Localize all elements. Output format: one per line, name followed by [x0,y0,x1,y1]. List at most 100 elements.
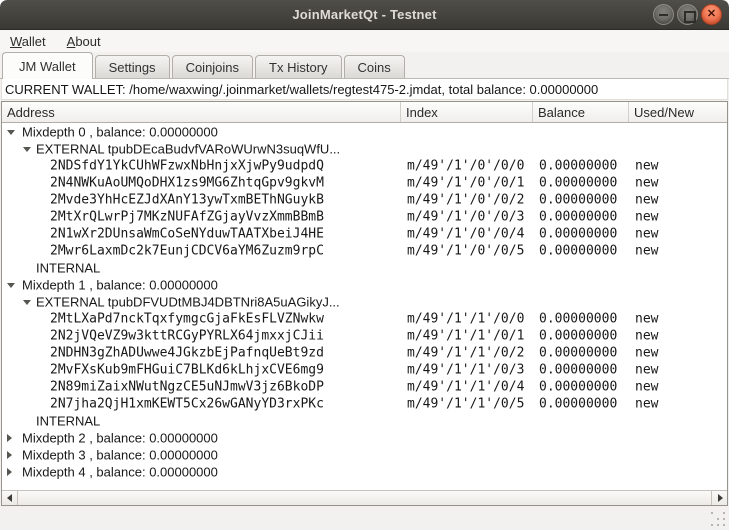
address-row[interactable]: 2MvFXsKub9mFHGuiC7BLKd6kLhjxCVE6mg9 m/49'… [2,361,727,378]
tree-body: Mixdepth 0 , balance: 0.00000000 EXTERNAL… [2,123,727,490]
address-text: 2MvFXsKub9mFHGuiC7BLKd6kLhjxCVE6mg9 [50,363,324,376]
address-balance: 0.00000000 [539,397,617,410]
collapse-arrow-icon[interactable] [23,300,31,305]
address-balance: 0.00000000 [539,210,617,223]
used-new-status: new [635,210,658,223]
mixdepth-row[interactable]: Mixdepth 0 , balance: 0.00000000 [2,123,727,140]
row-label: Mixdepth 4 , balance: 0.00000000 [22,465,218,478]
column-header-balance[interactable]: Balance [533,102,629,122]
current-wallet-banner: CURRENT WALLET: /home/waxwing/.joinmarke… [1,79,728,100]
scrollbar-track[interactable] [18,491,711,505]
address-text: 2N4NWKuAoUMQoDHX1zs9MG6ZhtqGpv9gkvM [50,176,324,189]
tab-jm-wallet[interactable]: JM Wallet [2,52,93,79]
address-row[interactable]: 2NDSfdY1YkCUhWFzwxNbHnjxXjwPy9udpdQm/49'… [2,157,727,174]
address-balance: 0.00000000 [539,176,617,189]
tab-settings[interactable]: Settings [95,55,170,78]
column-header-used-new[interactable]: Used/New [629,102,727,122]
derivation-path: m/49'/1'/1'/0/2 [407,346,524,359]
used-new-status: new [635,329,658,342]
address-balance: 0.00000000 [539,380,617,393]
scroll-right-icon[interactable] [711,491,727,505]
address-text: 2NDSfdY1YkCUhWFzwxNbHnjxXjwPy9udpdQ [50,159,324,172]
tree-header: Address Index Balance Used/New [2,102,727,123]
address-text: 2N7jha2QjH1xmKEWT5Cx26wGANyYD3rxPKc [50,397,324,410]
window-controls: ✕ [653,4,722,25]
collapse-arrow-icon[interactable] [7,130,15,135]
close-icon[interactable]: ✕ [701,4,722,25]
branch-row[interactable]: EXTERNAL tpubDFVUDtMBJ4DBTNri8A5uAGikyJ.… [2,293,727,310]
address-row[interactable]: 2N4NWKuAoUMQoDHX1zs9MG6ZhtqGpv9gkvMm/49'… [2,174,727,191]
scroll-left-icon[interactable] [2,491,18,505]
mixdepth-row[interactable]: Mixdepth 4 , balance: 0.00000000 [2,463,727,480]
derivation-path: m/49'/1'/0'/0/3 [407,210,524,223]
wallet-tree: Address Index Balance Used/New Mixdepth … [1,101,728,506]
address-balance: 0.00000000 [539,227,617,240]
address-row[interactable]: 2Mvde3YhHcEZJdXAnY13ywTxmBEThNGuykBm/49'… [2,191,727,208]
address-balance: 0.00000000 [539,346,617,359]
address-balance: 0.00000000 [539,244,617,257]
expand-arrow-icon[interactable] [7,451,12,459]
derivation-path: m/49'/1'/1'/0/5 [407,397,524,410]
address-row[interactable]: 2MtXrQLwrPj7MKzNUFAfZGjayVvzXmmBBmBm/49'… [2,208,727,225]
menu-about[interactable]: About [65,33,103,50]
row-label: INTERNAL [36,261,100,274]
address-balance: 0.00000000 [539,312,617,325]
tab-coins[interactable]: Coins [344,55,405,78]
expand-arrow-icon[interactable] [7,468,12,476]
status-strip [0,506,729,530]
resize-grip-icon[interactable] [711,512,726,527]
branch-row[interactable]: INTERNAL [2,412,727,429]
used-new-status: new [635,363,658,376]
derivation-path: m/49'/1'/0'/0/5 [407,244,524,257]
used-new-status: new [635,312,658,325]
mixdepth-row[interactable]: Mixdepth 1 , balance: 0.00000000 [2,276,727,293]
address-row[interactable]: 2N89miZaixNWutNgzCE5uNJmwV3jz6BkoDP m/49'… [2,378,727,395]
address-balance: 0.00000000 [539,363,617,376]
address-text: 2Mvde3YhHcEZJdXAnY13ywTxmBEThNGuykB [50,193,324,206]
used-new-status: new [635,380,658,393]
address-row[interactable]: 2Mwr6LaxmDc2k7EunjCDCV6aYM6Zuzm9rpC m/49'… [2,242,727,259]
derivation-path: m/49'/1'/1'/0/0 [407,312,524,325]
branch-row[interactable]: EXTERNAL tpubDEcaBudvfVARoWUrwN3suqWfU..… [2,140,727,157]
row-label: Mixdepth 3 , balance: 0.00000000 [22,448,218,461]
tab-coinjoins[interactable]: Coinjoins [172,55,253,78]
column-header-address[interactable]: Address [2,102,401,122]
horizontal-scrollbar[interactable] [2,490,727,505]
row-label: Mixdepth 1 , balance: 0.00000000 [22,278,218,291]
address-row[interactable]: 2N2jVQeVZ9w3kttRCGyPYRLX64jmxxjCJiim/49'… [2,327,727,344]
used-new-status: new [635,193,658,206]
mixdepth-row[interactable]: Mixdepth 2 , balance: 0.00000000 [2,429,727,446]
row-label: Mixdepth 2 , balance: 0.00000000 [22,431,218,444]
menubar: Wallet About [0,30,729,52]
address-text: 2N1wXr2DUnsaWmCoSeNYduwTAATXbeiJ4HE [50,227,324,240]
used-new-status: new [635,176,658,189]
column-header-index[interactable]: Index [401,102,533,122]
address-row[interactable]: 2NDHN3gZhADUwwe4JGkzbEjPafnqUeBt9zdm/49'… [2,344,727,361]
used-new-status: new [635,159,658,172]
row-label: EXTERNAL tpubDEcaBudvfVARoWUrwN3suqWfU..… [36,142,340,155]
derivation-path: m/49'/1'/1'/0/3 [407,363,524,376]
derivation-path: m/49'/1'/1'/0/4 [407,380,524,393]
collapse-arrow-icon[interactable] [7,283,15,288]
address-balance: 0.00000000 [539,329,617,342]
maximize-icon[interactable] [677,4,698,25]
address-row[interactable]: 2N1wXr2DUnsaWmCoSeNYduwTAATXbeiJ4HE m/49'… [2,225,727,242]
derivation-path: m/49'/1'/0'/0/4 [407,227,524,240]
branch-row[interactable]: INTERNAL [2,259,727,276]
mixdepth-row[interactable]: Mixdepth 3 , balance: 0.00000000 [2,446,727,463]
titlebar[interactable]: JoinMarketQt - Testnet ✕ [0,0,729,30]
collapse-arrow-icon[interactable] [23,147,31,152]
minimize-icon[interactable] [653,4,674,25]
menu-wallet[interactable]: Wallet [8,33,48,50]
address-row[interactable]: 2MtLXaPd7nckTqxfymgcGjaFkEsFLVZNwkwm/49'… [2,310,727,327]
used-new-status: new [635,397,658,410]
used-new-status: new [635,227,658,240]
row-label: EXTERNAL tpubDFVUDtMBJ4DBTNri8A5uAGikyJ.… [36,295,340,308]
address-text: 2Mwr6LaxmDc2k7EunjCDCV6aYM6Zuzm9rpC [50,244,324,257]
used-new-status: new [635,346,658,359]
tab-tx-history[interactable]: Tx History [255,55,342,78]
expand-arrow-icon[interactable] [7,434,12,442]
address-row[interactable]: 2N7jha2QjH1xmKEWT5Cx26wGANyYD3rxPKc m/49'… [2,395,727,412]
address-text: 2N89miZaixNWutNgzCE5uNJmwV3jz6BkoDP [50,380,324,393]
address-balance: 0.00000000 [539,159,617,172]
